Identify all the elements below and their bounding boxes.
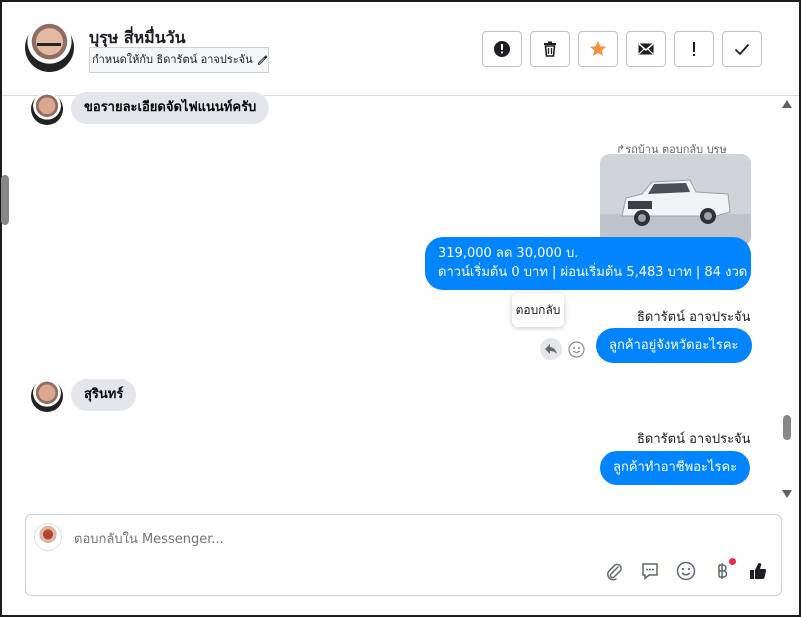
check-icon [734, 43, 750, 56]
conversation-header: บุรุษ สี่หมื่นวัน กำหนดให้กับ ธิดารัตน์ … [2, 2, 799, 96]
sender-name: ธิดารัตน์ อาจประจัน [637, 310, 751, 325]
attach-button[interactable] [603, 560, 625, 582]
reply-input[interactable] [74, 529, 634, 549]
reply-icon [545, 344, 557, 354]
outgoing-message[interactable]: ลูกค้าทำอาชีพอะไรคะ [600, 451, 751, 485]
star-button[interactable] [578, 31, 618, 67]
customer-avatar-small [31, 93, 63, 125]
page-avatar [34, 523, 62, 551]
mark-done-button[interactable] [722, 31, 762, 67]
baht-icon [718, 563, 728, 579]
reply-button[interactable] [540, 338, 562, 360]
page-scrollbar-thumb[interactable] [1, 175, 9, 225]
thread-scrollbar-thumb[interactable] [783, 415, 791, 440]
customer-avatar-small [31, 380, 63, 412]
sender-name: ธิดารัตน์ อาจประจัน [637, 432, 751, 447]
paperclip-icon [607, 563, 622, 581]
financing-line: ดาวน์เริ่มต้น 0 บาท | ผ่อนเริ่มต้น 5,483… [438, 265, 748, 280]
message-thread[interactable]: ขอรายละเอียดจัดไฟแนนท์ครับ ↱รถบ้าน ตอบกล… [2, 92, 799, 501]
exclamation-icon [693, 42, 695, 56]
scroll-up-arrow[interactable] [782, 100, 792, 108]
notification-dot [729, 558, 736, 565]
header-toolbar [482, 31, 762, 67]
chat-bubble-icon [642, 563, 658, 581]
follow-up-button[interactable] [674, 31, 714, 67]
trash-icon [544, 41, 556, 57]
mark-spam-button[interactable] [482, 31, 522, 67]
composer-toolbar [603, 558, 769, 582]
customer-avatar[interactable] [25, 23, 74, 72]
like-button[interactable] [747, 560, 769, 582]
emoji-button[interactable] [675, 560, 697, 582]
pencil-icon [257, 55, 268, 65]
thumbs-up-icon [750, 563, 767, 580]
react-button[interactable] [566, 339, 586, 359]
message-composer[interactable] [25, 514, 782, 596]
outgoing-message[interactable]: ลูกค้าอยู่จังหวัดอะไรคะ [596, 328, 752, 363]
price-line: 319,000 ลด 30,000 บ. [438, 246, 579, 261]
assignee-label: กำหนดให้กับ ธิดารัตน์ อาจประจัน [92, 53, 253, 66]
pickup-truck-image [600, 154, 751, 246]
smiley-icon [567, 340, 585, 358]
incoming-message[interactable]: ขอรายละเอียดจัดไฟแนนท์ครับ [71, 92, 270, 124]
saved-replies-button[interactable] [639, 560, 661, 582]
star-icon [590, 41, 606, 56]
smiley-icon [676, 561, 696, 581]
assignee-field[interactable]: กำหนดให้กับ ธิดารัตน์ อาจประจัน [89, 47, 269, 73]
spam-icon [494, 41, 510, 57]
mark-unread-button[interactable] [626, 31, 666, 67]
scroll-down-arrow[interactable] [782, 490, 792, 498]
payment-button[interactable] [711, 558, 736, 582]
delete-button[interactable] [530, 31, 570, 67]
incoming-message[interactable]: สุรินทร์ [71, 379, 137, 411]
car-image-attachment[interactable] [600, 154, 751, 246]
reply-tooltip: ตอบกลับ [512, 293, 564, 327]
envelope-icon [638, 43, 654, 55]
outgoing-price-message[interactable]: 319,000 ลด 30,000 บ. ดาวน์เริ่มต้น 0 บาท… [425, 237, 751, 290]
